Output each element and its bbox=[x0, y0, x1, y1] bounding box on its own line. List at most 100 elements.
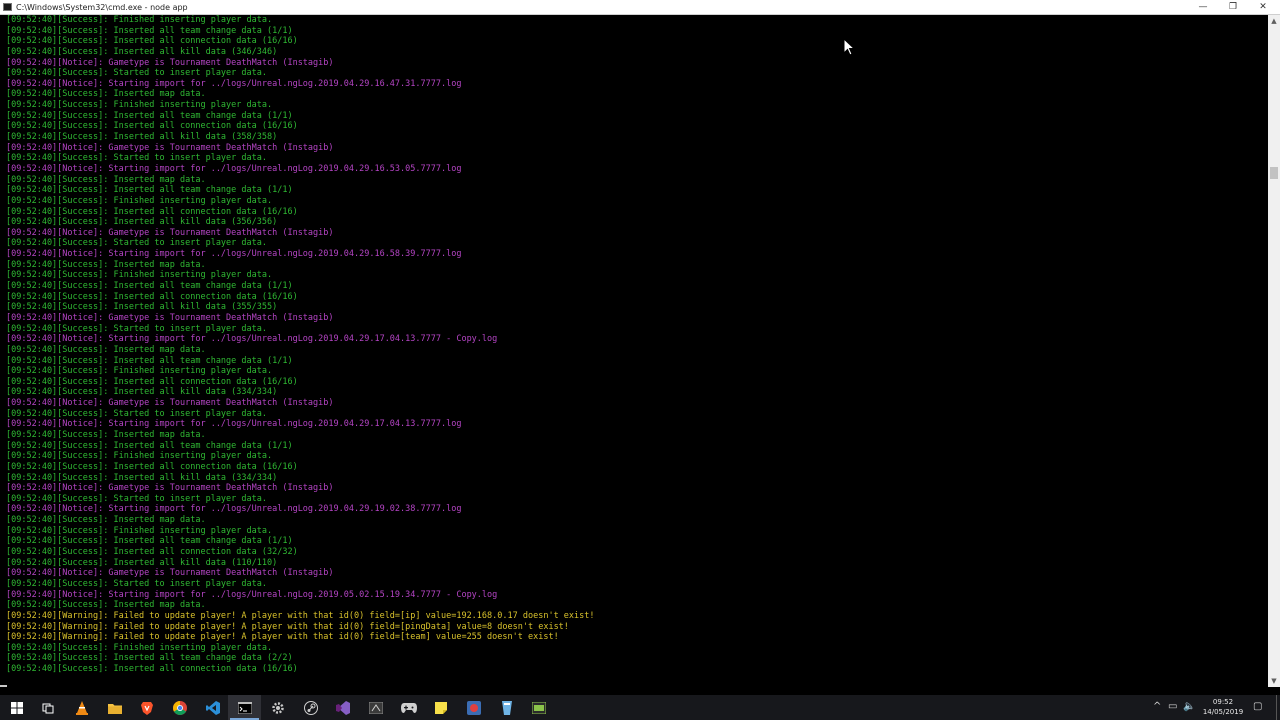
minimize-button[interactable]: — bbox=[1188, 0, 1218, 14]
taskbar-brave[interactable] bbox=[130, 695, 163, 720]
console-line-notice: [09:52:40][Notice]: Gametype is Tourname… bbox=[6, 568, 334, 579]
cmd-app-icon bbox=[3, 3, 12, 11]
show-desktop-button[interactable] bbox=[1276, 695, 1280, 720]
dark-app-icon bbox=[368, 701, 383, 714]
restore-button[interactable]: ❐ bbox=[1218, 0, 1248, 14]
red-app-icon bbox=[466, 700, 481, 715]
console-line-success: [09:52:40][Success]: Inserted all kill d… bbox=[6, 132, 278, 143]
volume-icon[interactable]: 🔈 bbox=[1183, 701, 1195, 713]
console-line-success: [09:52:40][Success]: Inserted all kill d… bbox=[6, 557, 278, 568]
console-line-success: [09:52:40][Success]: Inserted map data. bbox=[6, 259, 206, 270]
console-line-success: [09:52:40][Success]: Started to insert p… bbox=[6, 238, 267, 249]
window-title: C:\Windows\System32\cmd.exe - node app bbox=[16, 3, 188, 12]
console-line-success: [09:52:40][Success]: Inserted all connec… bbox=[6, 461, 298, 472]
taskbar-chrome[interactable] bbox=[163, 695, 196, 720]
network-icon[interactable]: ▭ bbox=[1168, 701, 1177, 713]
console-line-success: [09:52:40][Success]: Inserted map data. bbox=[6, 344, 206, 355]
console-line-notice: [09:52:40][Notice]: Starting import for … bbox=[6, 334, 498, 345]
vlc-cone-icon bbox=[75, 700, 88, 715]
console-line-success: [09:52:40][Success]: Finished inserting … bbox=[6, 270, 273, 281]
windows-logo-icon bbox=[10, 701, 23, 714]
taskbar-app-red[interactable] bbox=[457, 695, 490, 720]
vertical-scrollbar[interactable]: ▲ ▼ bbox=[1268, 15, 1280, 687]
blue-app-icon-glyph bbox=[501, 700, 512, 715]
console-line-success: [09:52:40][Success]: Started to insert p… bbox=[6, 68, 267, 79]
system-clock[interactable]: 09:52 14/05/2019 bbox=[1200, 697, 1246, 717]
console-line-success: [09:52:40][Success]: Inserted map data. bbox=[6, 515, 206, 526]
mouse-pointer-icon bbox=[843, 38, 855, 56]
brave-lion-icon bbox=[140, 701, 153, 715]
taskbar-file-explorer[interactable] bbox=[98, 695, 131, 720]
console-line-success: [09:52:40][Success]: Inserted all connec… bbox=[6, 206, 298, 217]
clock-time: 09:52 bbox=[1212, 698, 1234, 706]
taskbar-steam[interactable] bbox=[294, 695, 327, 720]
console-line-notice: [09:52:40][Notice]: Starting import for … bbox=[6, 504, 462, 515]
console-line-success: [09:52:40][Success]: Inserted all kill d… bbox=[6, 302, 278, 313]
console-line-notice: [09:52:40][Notice]: Starting import for … bbox=[6, 419, 462, 430]
green-app-icon bbox=[531, 701, 546, 714]
console-line-success: [09:52:40][Success]: Started to insert p… bbox=[6, 578, 267, 589]
tray-overflow-chevron-icon[interactable]: ^ bbox=[1153, 701, 1161, 713]
scroll-down-arrow-icon[interactable]: ▼ bbox=[1268, 675, 1280, 687]
taskbar-visual-studio[interactable] bbox=[326, 695, 359, 720]
console-output[interactable]: [09:52:40][Success]: Finished inserting … bbox=[0, 15, 1268, 687]
taskbar-app-blue[interactable] bbox=[490, 695, 523, 720]
sticky-note-icon-glyph bbox=[434, 701, 447, 714]
console-line-success: [09:52:40][Success]: Started to insert p… bbox=[6, 493, 267, 504]
taskbar-gamepad[interactable] bbox=[392, 695, 425, 720]
console-line-success: [09:52:40][Success]: Inserted all team c… bbox=[6, 440, 293, 451]
console-line-success: [09:52:40][Success]: Inserted all connec… bbox=[6, 291, 298, 302]
console-line-success: [09:52:40][Success]: Inserted all team c… bbox=[6, 355, 293, 366]
window-title-bar[interactable]: C:\Windows\System32\cmd.exe - node app —… bbox=[0, 0, 1280, 15]
task-view-icon bbox=[42, 702, 54, 714]
console-line-success: [09:52:40][Success]: Inserted map data. bbox=[6, 174, 206, 185]
console-line-success: [09:52:40][Success]: Started to insert p… bbox=[6, 323, 267, 334]
console-line-success: [09:52:40][Success]: Inserted all kill d… bbox=[6, 217, 278, 228]
console-line-warning: [09:52:40][Warning]: Failed to update pl… bbox=[6, 621, 569, 632]
console-line-notice: [09:52:40][Notice]: Starting import for … bbox=[6, 163, 462, 174]
scroll-up-arrow-icon[interactable]: ▲ bbox=[1268, 15, 1280, 27]
folder-icon-glyph bbox=[107, 703, 122, 714]
gear-icon bbox=[271, 701, 285, 715]
blue-app-icon bbox=[501, 700, 513, 715]
console-line-notice: [09:52:40][Notice]: Gametype is Tourname… bbox=[6, 398, 334, 409]
brave-lion-icon-glyph bbox=[140, 701, 153, 715]
taskbar-sticky-notes[interactable] bbox=[424, 695, 457, 720]
visual-studio-icon bbox=[335, 700, 350, 715]
clock-date: 14/05/2019 bbox=[1202, 708, 1244, 716]
dark-app-icon-glyph bbox=[368, 701, 383, 714]
taskbar-cmd[interactable] bbox=[228, 695, 261, 720]
close-button[interactable]: ✕ bbox=[1248, 0, 1278, 14]
console-line-success: [09:52:40][Success]: Inserted map data. bbox=[6, 600, 206, 611]
console-line-success: [09:52:40][Success]: Inserted all team c… bbox=[6, 110, 293, 121]
taskbar-vlc[interactable] bbox=[65, 695, 98, 720]
red-app-icon-glyph bbox=[466, 700, 481, 715]
text-cursor bbox=[0, 685, 7, 687]
console-line-notice: [09:52:40][Notice]: Gametype is Tourname… bbox=[6, 142, 334, 153]
console-line-success: [09:52:40][Success]: Inserted all kill d… bbox=[6, 387, 278, 398]
start-button[interactable] bbox=[0, 695, 33, 720]
taskbar-app-dark[interactable] bbox=[359, 695, 392, 720]
console-line-success: [09:52:40][Success]: Inserted all team c… bbox=[6, 653, 293, 664]
vscode-icon-glyph bbox=[205, 700, 220, 715]
task-view-button[interactable] bbox=[31, 695, 64, 720]
steam-icon bbox=[303, 700, 318, 715]
console-line-success: [09:52:40][Success]: Finished inserting … bbox=[6, 195, 273, 206]
console-line-warning: [09:52:40][Warning]: Failed to update pl… bbox=[6, 610, 595, 621]
windows-logo-icon-glyph bbox=[10, 701, 23, 714]
scroll-thumb[interactable] bbox=[1270, 167, 1278, 179]
console-line-success: [09:52:40][Success]: Inserted all kill d… bbox=[6, 472, 278, 483]
steam-icon-glyph bbox=[303, 700, 318, 715]
visual-studio-icon-glyph bbox=[335, 700, 350, 715]
action-center-icon[interactable]: ▢ bbox=[1253, 701, 1262, 713]
taskbar-vscode[interactable] bbox=[196, 695, 229, 720]
console-line-success: [09:52:40][Success]: Finished inserting … bbox=[6, 366, 273, 377]
folder-icon bbox=[107, 702, 122, 714]
console-line-success: [09:52:40][Success]: Finished inserting … bbox=[6, 15, 273, 25]
taskbar-gear-app[interactable] bbox=[261, 695, 294, 720]
taskbar-app-green[interactable] bbox=[522, 695, 555, 720]
console-line-success: [09:52:40][Success]: Inserted map data. bbox=[6, 429, 206, 440]
chrome-icon bbox=[172, 700, 187, 715]
console-line-success: [09:52:40][Success]: Inserted all team c… bbox=[6, 25, 293, 36]
task-view-icon-glyph bbox=[42, 703, 53, 713]
